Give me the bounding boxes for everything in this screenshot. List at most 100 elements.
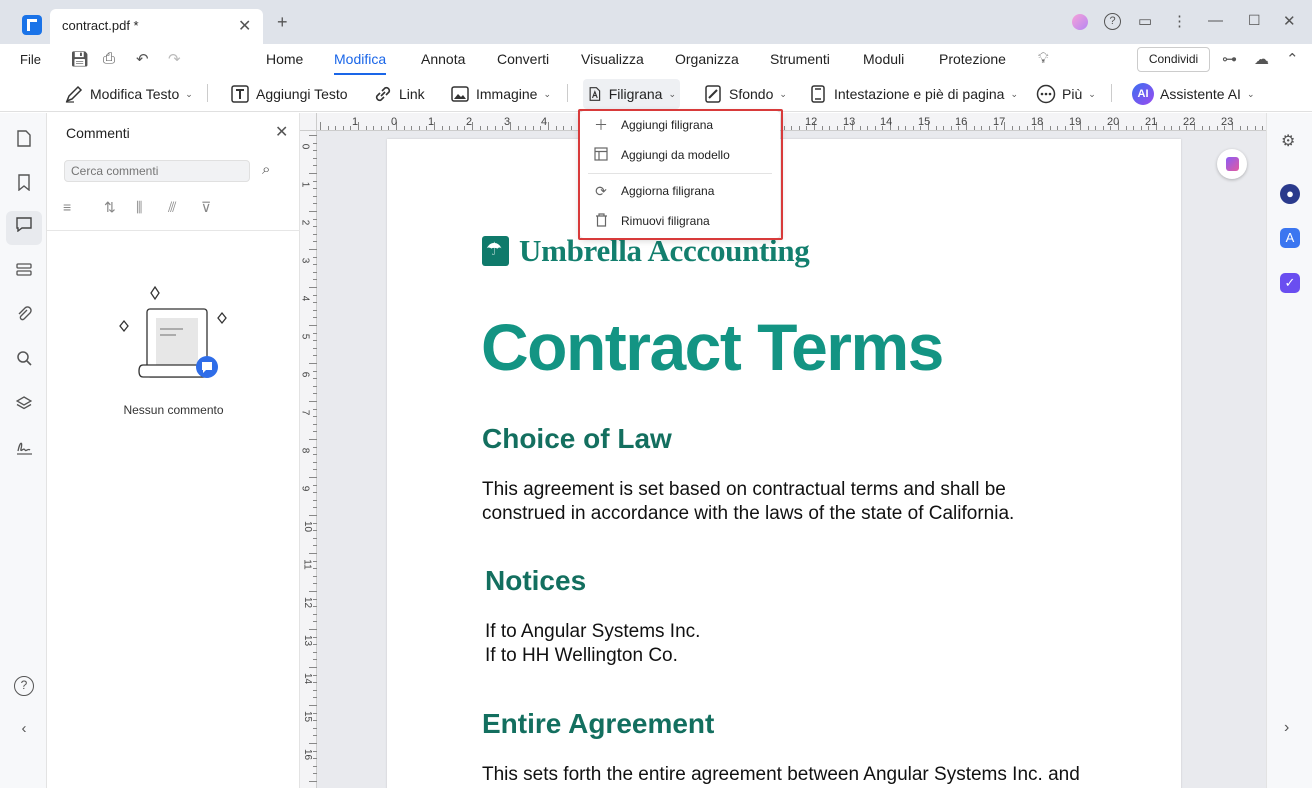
attachment-icon[interactable] — [13, 306, 35, 328]
menu-item-remove-watermark[interactable]: Rimuovi filigrana — [580, 207, 780, 235]
workflow-icon[interactable]: ⊶ — [1222, 50, 1237, 68]
ruler-tick — [313, 575, 317, 577]
avatar[interactable] — [1072, 14, 1088, 30]
translate-icon[interactable]: A — [1280, 228, 1300, 248]
add-text-button[interactable]: Aggiungi Testo — [226, 79, 352, 109]
link-icon — [375, 86, 391, 102]
ruler-tick — [313, 233, 317, 235]
tab-visualizza[interactable]: Visualizza — [581, 51, 644, 67]
help-icon[interactable]: ? — [1104, 13, 1121, 30]
tab-organizza[interactable]: Organizza — [675, 51, 739, 67]
document-tab[interactable]: contract.pdf * ✕ — [50, 9, 263, 44]
watermark-button[interactable]: Filigrana ⌄ — [583, 79, 680, 109]
close-window-icon[interactable]: ✕ — [1283, 12, 1296, 30]
header-footer-button[interactable]: Intestazione e piè di pagina ⌄ — [804, 79, 1022, 109]
ruler-tick — [313, 180, 317, 182]
save-icon[interactable]: 💾︎ — [70, 50, 89, 68]
filter-author-icon[interactable]: ⫼ — [136, 199, 142, 216]
umbrella-logo-icon — [482, 236, 509, 266]
bookmark-icon[interactable] — [13, 174, 35, 196]
ruler-tick — [836, 126, 838, 130]
more-button[interactable]: Più ⌄ — [1032, 79, 1100, 109]
feedback-icon[interactable]: ▭ — [1138, 12, 1152, 30]
ruler-tick — [1216, 126, 1218, 130]
ruler-tick — [309, 287, 317, 288]
ruler-tick — [434, 122, 435, 130]
pdf-page[interactable]: Umbrella Acccounting Contract Terms Choi… — [387, 139, 1181, 788]
tab-modifica[interactable]: Modifica — [334, 51, 387, 75]
ruler-tick — [525, 126, 527, 130]
ruler-tick — [313, 317, 317, 319]
tab-strumenti[interactable]: Strumenti — [770, 51, 830, 67]
sort-order-icon[interactable]: ⇅ — [104, 199, 116, 216]
ruler-tick — [313, 621, 317, 623]
fields-icon[interactable] — [13, 262, 35, 284]
maximize-icon[interactable]: ☐ — [1248, 12, 1261, 29]
edit-text-button[interactable]: Modifica Testo ⌄ — [60, 79, 197, 109]
properties-sliders-icon[interactable]: ⚙ — [1281, 131, 1295, 151]
background-button[interactable]: Sfondo ⌄ — [699, 79, 791, 109]
layers-icon[interactable] — [13, 395, 35, 417]
page-thumbnail-icon[interactable] — [13, 130, 35, 152]
help-icon[interactable]: ? — [14, 676, 34, 696]
document-title: Contract Terms — [481, 310, 944, 384]
chevron-down-icon: ⌄ — [1088, 88, 1096, 99]
lightbulb-icon[interactable]: 💡︎ — [1038, 50, 1049, 67]
ruler-tick — [905, 126, 907, 130]
tab-converti[interactable]: Converti — [497, 51, 549, 67]
ruler-label: 4 — [300, 295, 311, 302]
ruler-tick — [570, 126, 572, 130]
undo-icon[interactable]: ↶ — [136, 50, 149, 68]
ruler-tick — [1011, 126, 1013, 130]
signature-icon[interactable] — [13, 439, 35, 461]
comments-search-input[interactable] — [64, 160, 250, 182]
file-menu[interactable]: File — [20, 52, 41, 67]
collapse-left-icon[interactable]: ‹ — [13, 718, 35, 740]
filter-type-icon[interactable]: ⫻ — [168, 199, 176, 216]
tab-moduli[interactable]: Moduli — [863, 51, 904, 67]
link-button[interactable]: Link — [369, 79, 429, 109]
cloud-upload-icon[interactable]: ☁ — [1254, 50, 1269, 68]
menu-item-add-from-template[interactable]: Aggiungi da modello — [580, 141, 780, 169]
template-icon — [593, 147, 609, 163]
menu-item-add-watermark[interactable]: ＋ Aggiungi filigrana — [580, 111, 780, 139]
menu-item-label: Aggiungi filigrana — [621, 118, 714, 132]
search-icon[interactable]: ⌕ — [262, 161, 270, 178]
image-button[interactable]: Immagine ⌄ — [446, 79, 555, 109]
ruler-tick — [327, 126, 329, 130]
print-icon[interactable]: ⎙ — [103, 50, 115, 67]
redo-icon[interactable]: ↷ — [168, 50, 181, 68]
filter-icon[interactable]: ⊽ — [201, 199, 211, 216]
document-canvas[interactable]: 101234511121314151617181920212223 012345… — [300, 113, 1266, 788]
new-tab-icon[interactable]: + — [277, 12, 288, 33]
ruler-label: 17 — [993, 116, 1006, 128]
comment-icon[interactable] — [6, 211, 42, 245]
close-panel-icon[interactable]: ✕ — [275, 122, 288, 142]
ruler-tick — [313, 758, 317, 760]
chevron-down-icon: ⌄ — [668, 88, 676, 99]
tab-annota[interactable]: Annota — [421, 51, 465, 67]
tab-protezione[interactable]: Protezione — [939, 51, 1006, 67]
task-check-icon[interactable]: ✓ — [1280, 273, 1300, 293]
collapse-ribbon-icon[interactable]: ⌃ — [1286, 50, 1299, 68]
collapse-right-icon[interactable]: › — [1284, 719, 1289, 737]
close-tab-icon[interactable]: ✕ — [238, 16, 251, 36]
ai-bot-icon[interactable]: ● — [1280, 184, 1300, 204]
sort-list-icon[interactable]: ≡ — [63, 199, 71, 215]
minimize-icon[interactable]: — — [1208, 12, 1223, 29]
ai-assistant-button[interactable]: AI Assistente AI ⌄ — [1128, 79, 1258, 109]
ruler-label: 8 — [300, 447, 311, 454]
ruler-tick — [313, 165, 317, 167]
ruler-tick — [563, 126, 565, 130]
search-icon[interactable] — [13, 350, 35, 372]
ruler-tick — [1140, 126, 1142, 130]
share-button[interactable]: Condividi — [1137, 47, 1210, 72]
tab-home[interactable]: Home — [266, 51, 303, 67]
ruler-tick — [1049, 126, 1051, 130]
more-vertical-icon[interactable]: ⋮ — [1172, 12, 1187, 30]
menu-item-update-watermark[interactable]: ⟳ Aggiorna filigrana — [580, 177, 780, 205]
ai-float-button[interactable] — [1217, 149, 1247, 179]
ruler-tick — [1133, 126, 1135, 130]
more-dots-icon — [1036, 84, 1056, 104]
ruler-tick — [309, 629, 317, 630]
